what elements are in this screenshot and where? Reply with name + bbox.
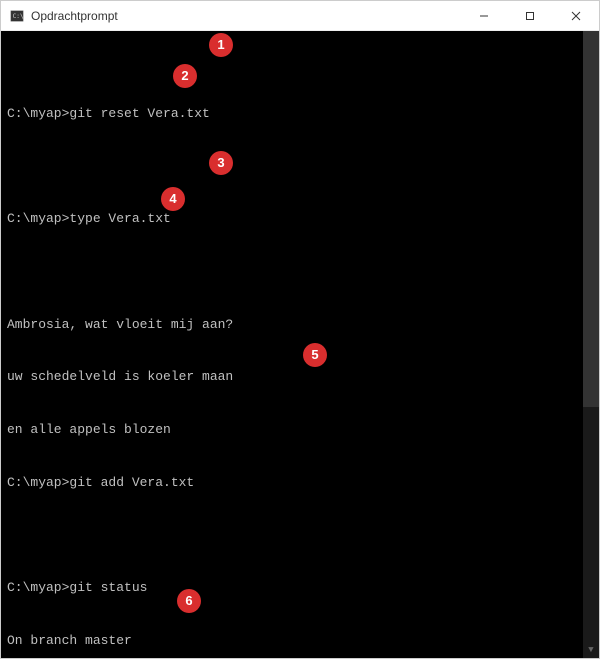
window-title: Opdrachtprompt xyxy=(31,9,461,23)
annotation-4: 4 xyxy=(161,187,185,211)
annotation-3: 3 xyxy=(209,151,233,175)
title-bar: C:\ Opdrachtprompt xyxy=(1,1,599,31)
cmd-icon: C:\ xyxy=(9,8,25,24)
minimize-button[interactable] xyxy=(461,1,507,30)
command-prompt-window: C:\ Opdrachtprompt C:\myap>git reset Ver… xyxy=(0,0,600,659)
vertical-scrollbar[interactable]: ▲ ▼ xyxy=(583,31,599,658)
cmd-line: C:\myap>git add Vera.txt xyxy=(7,474,575,492)
annotation-5: 5 xyxy=(303,343,327,367)
scrollbar-thumb[interactable] xyxy=(583,31,599,407)
blank-line xyxy=(7,526,575,544)
annotation-2: 2 xyxy=(173,64,197,88)
cmd-line: C:\myap>git status xyxy=(7,579,575,597)
output-line: en alle appels blozen xyxy=(7,421,575,439)
svg-text:C:\: C:\ xyxy=(13,12,24,19)
output-line: uw schedelveld is koeler maan xyxy=(7,368,575,386)
annotation-1: 1 xyxy=(209,33,233,57)
cmd-line: C:\myap>type Vera.txt xyxy=(7,210,575,228)
annotation-6: 6 xyxy=(177,589,201,613)
blank-line xyxy=(7,263,575,281)
terminal-area[interactable]: C:\myap>git reset Vera.txt C:\myap>type … xyxy=(1,31,599,658)
cmd-line: C:\myap>git reset Vera.txt xyxy=(7,105,575,123)
terminal-content: C:\myap>git reset Vera.txt C:\myap>type … xyxy=(7,70,593,658)
close-button[interactable] xyxy=(553,1,599,30)
output-line: Ambrosia, wat vloeit mij aan? xyxy=(7,316,575,334)
scroll-down-icon[interactable]: ▼ xyxy=(583,642,599,658)
output-line: On branch master xyxy=(7,632,575,650)
maximize-button[interactable] xyxy=(507,1,553,30)
window-controls xyxy=(461,1,599,30)
blank-line xyxy=(7,158,575,176)
